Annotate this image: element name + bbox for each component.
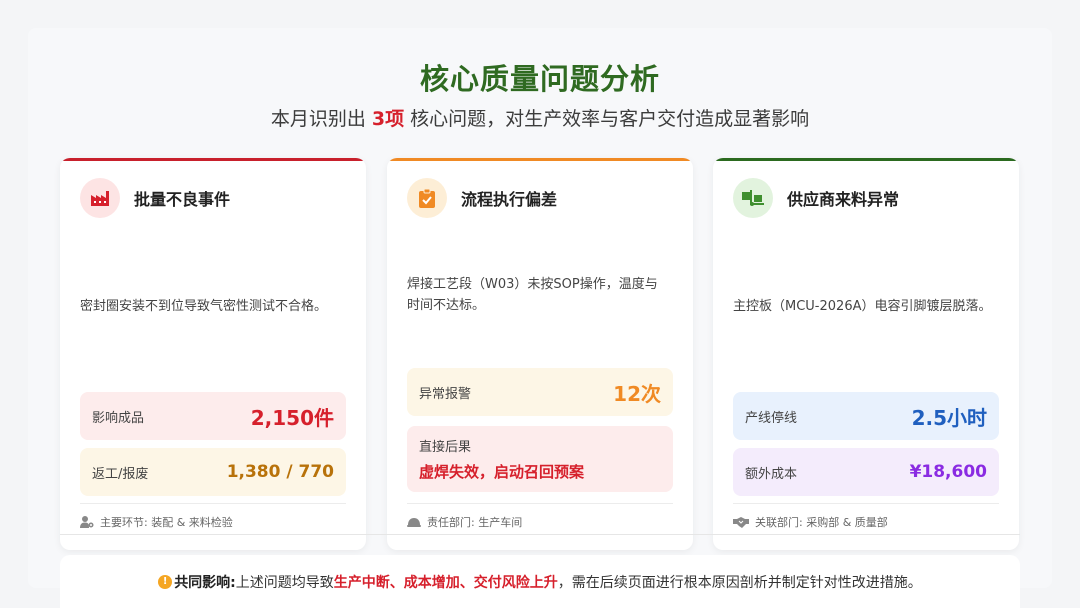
subtitle-suffix: 核心问题，对生产效率与客户交付造成显著影响 bbox=[404, 108, 810, 130]
footer-text: 责任部门: 生产车间 bbox=[427, 516, 523, 529]
card-title: 流程执行偏差 bbox=[461, 190, 558, 209]
page-subtitle: 本月识别出 3项 核心问题，对生产效率与客户交付造成显著影响 bbox=[0, 104, 1080, 131]
card-header: 流程执行偏差 bbox=[407, 178, 557, 218]
metric-value: 虚焊失效，启动召回预案 bbox=[419, 463, 585, 481]
handshake-icon bbox=[733, 516, 749, 528]
footer-text: 主要环节: 装配 & 来料检验 bbox=[100, 516, 233, 529]
metric-affected-products: 影响成品 2,150件 bbox=[80, 392, 346, 440]
warning-icon: ! bbox=[158, 574, 173, 589]
divider bbox=[60, 534, 1020, 535]
metric-extra-cost: 额外成本 ¥18,600 bbox=[733, 448, 999, 496]
subtitle-prefix: 本月识别出 bbox=[270, 108, 372, 130]
hard-hat-icon bbox=[407, 517, 421, 527]
divider bbox=[80, 503, 346, 504]
issue-card-batch-defect: 批量不良事件 密封圈安装不到位导致气密性测试不合格。 影响成品 2,150件 返… bbox=[60, 158, 366, 550]
footer-text: 关联部门: 采购部 & 质量部 bbox=[755, 516, 888, 529]
factory-icon bbox=[80, 178, 120, 218]
card-footer: 主要环节: 装配 & 来料检验 bbox=[80, 514, 233, 530]
page-title: 核心质量问题分析 bbox=[419, 62, 660, 96]
card-accent-bar bbox=[60, 158, 366, 161]
clipboard-check-icon bbox=[407, 178, 447, 218]
card-footer: 关联部门: 采购部 & 质量部 bbox=[733, 514, 888, 530]
metric-alarms: 异常报警 12次 bbox=[407, 368, 673, 416]
card-title: 供应商来料异常 bbox=[787, 190, 900, 209]
metric-value: 12次 bbox=[613, 381, 661, 406]
card-description: 焊接工艺段（W03）未按SOP操作，温度与时间不达标。 bbox=[407, 277, 658, 313]
metric-label: 直接后果 bbox=[419, 440, 472, 455]
card-accent-bar bbox=[387, 158, 693, 161]
card-description: 密封圈安装不到位导致气密性测试不合格。 bbox=[80, 299, 328, 314]
card-header: 供应商来料异常 bbox=[733, 178, 899, 218]
card-title: 批量不良事件 bbox=[134, 190, 231, 209]
metric-label: 异常报警 bbox=[419, 386, 472, 402]
card-footer: 责任部门: 生产车间 bbox=[407, 514, 522, 530]
summary-label: 共同影响: bbox=[174, 574, 236, 591]
summary-highlight: 生产中断、成本增加、交付风险上升 bbox=[333, 574, 558, 591]
metric-line-stop: 产线停线 2.5小时 bbox=[733, 392, 999, 440]
metric-label: 额外成本 bbox=[745, 466, 798, 482]
card-header: 批量不良事件 bbox=[80, 178, 230, 218]
subtitle-highlight: 3项 bbox=[371, 108, 405, 130]
metric-value: 2.5小时 bbox=[911, 405, 987, 430]
metric-label: 产线停线 bbox=[745, 410, 798, 426]
metric-value: ¥18,600 bbox=[909, 462, 987, 482]
metric-value: 2,150件 bbox=[250, 405, 334, 430]
issue-card-process-deviation: 流程执行偏差 焊接工艺段（W03）未按SOP操作，温度与时间不达标。 异常报警 … bbox=[387, 158, 693, 550]
metric-direct-consequence: 直接后果 虚焊失效，启动召回预案 bbox=[407, 426, 673, 492]
divider bbox=[407, 503, 673, 504]
user-gear-icon bbox=[80, 516, 94, 528]
divider bbox=[733, 503, 999, 504]
summary-text-suffix: ，需在后续页面进行根本原因剖析并制定针对性改进措施。 bbox=[557, 574, 922, 591]
card-accent-bar bbox=[713, 158, 1019, 161]
card-description: 主控板（MCU-2026A）电容引脚镀层脱落。 bbox=[733, 299, 992, 314]
summary-banner: ! 共同影响: 上述问题均导致 生产中断、成本增加、交付风险上升 ，需在后续页面… bbox=[60, 555, 1020, 608]
metric-label: 返工/报废 bbox=[92, 466, 149, 482]
issue-card-supplier-material: 供应商来料异常 主控板（MCU-2026A）电容引脚镀层脱落。 产线停线 2.5… bbox=[713, 158, 1019, 550]
metric-value: 1,380 / 770 bbox=[226, 462, 334, 482]
truck-loading-icon bbox=[733, 178, 773, 218]
metric-rework-scrap: 返工/报废 1,380 / 770 bbox=[80, 448, 346, 496]
metric-label: 影响成品 bbox=[92, 410, 145, 426]
summary-text-prefix: 上述问题均导致 bbox=[235, 574, 334, 591]
